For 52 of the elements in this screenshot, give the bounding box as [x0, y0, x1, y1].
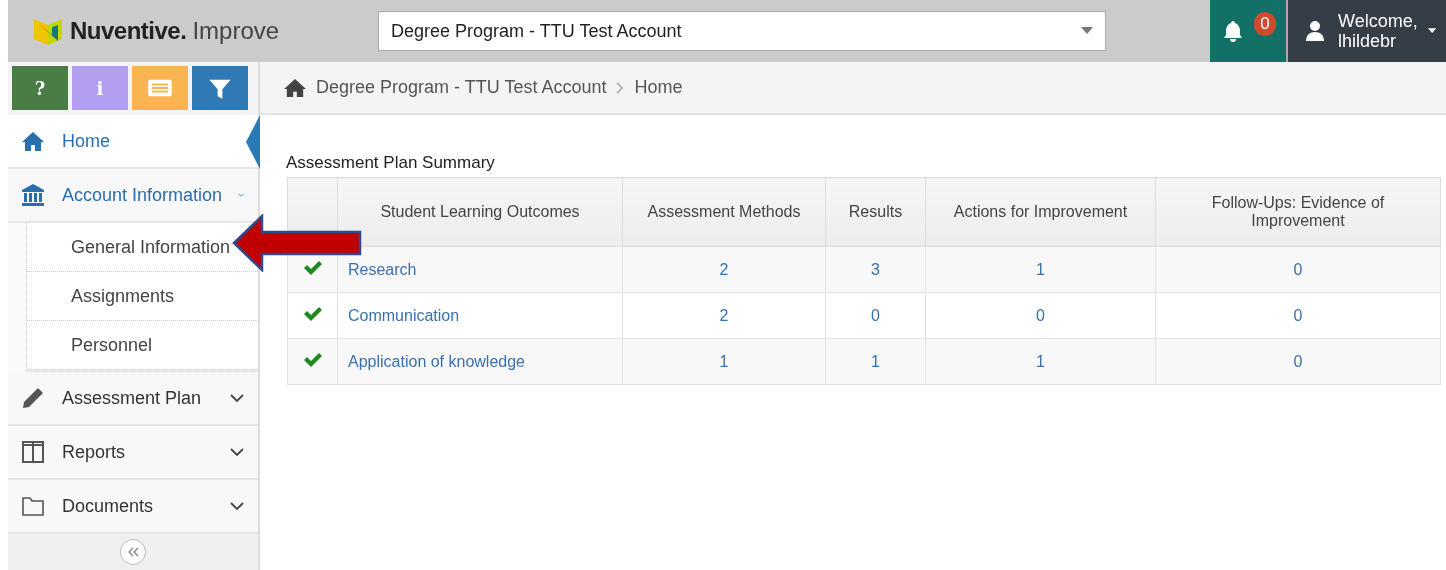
- column-header: Follow-Ups: Evidence of Improvement: [1155, 177, 1441, 247]
- home-icon: [20, 129, 46, 153]
- chevron-icon: [616, 81, 625, 94]
- home-icon: [284, 77, 306, 98]
- notification-button[interactable]: 0: [1210, 0, 1288, 62]
- brand-name: Nuventive.: [70, 17, 187, 45]
- help-button[interactable]: ?: [12, 66, 68, 110]
- sub-nav-item[interactable]: Assignments: [71, 285, 175, 307]
- count-link[interactable]: 2: [622, 292, 826, 339]
- column-header: Student Learning Outcomes: [337, 177, 623, 247]
- product-name: Improve: [192, 17, 280, 45]
- section-title: Assessment Plan Summary: [286, 153, 496, 173]
- sub-nav-item[interactable]: General Information: [71, 236, 231, 258]
- count-link[interactable]: 2: [622, 246, 826, 293]
- count-link[interactable]: 1: [622, 338, 826, 385]
- count-link[interactable]: 0: [1155, 292, 1441, 339]
- chevron-icon: [230, 393, 244, 403]
- count-link[interactable]: 1: [825, 338, 926, 385]
- count-link[interactable]: 1: [925, 338, 1156, 385]
- welcome-text: Welcome,: [1338, 11, 1418, 31]
- count-link[interactable]: 0: [1155, 338, 1441, 385]
- outcome-link[interactable]: Communication: [337, 292, 623, 339]
- outcome-link[interactable]: Research: [337, 246, 623, 293]
- columns-icon: [20, 440, 46, 464]
- count-link[interactable]: 0: [1155, 246, 1441, 293]
- username: lhildebr: [1338, 31, 1398, 51]
- count-link[interactable]: 0: [825, 292, 926, 339]
- bank-icon: [20, 183, 46, 207]
- collapse-sidebar-button[interactable]: [120, 539, 146, 565]
- pencil-icon: [20, 386, 46, 410]
- count-badge: 0: [1254, 12, 1276, 36]
- caret-icon: [1427, 27, 1436, 35]
- column-header: Results: [825, 177, 926, 247]
- double-chevron-icon: [126, 547, 140, 557]
- filter-button[interactable]: [192, 66, 248, 110]
- selection-pointer-icon: [246, 115, 260, 169]
- chevron-icon: [230, 447, 244, 457]
- caret-icon: [1081, 27, 1093, 35]
- user-menu[interactable]: Welcome, lhildebr: [1288, 0, 1446, 62]
- sub-nav-item[interactable]: Personnel: [71, 334, 153, 356]
- chevron-icon: [230, 501, 244, 511]
- column-header: Actions for Improvement: [925, 177, 1156, 247]
- breadcrumb-link[interactable]: Degree Program - TTU Test Account: [316, 77, 607, 98]
- breadcrumb-link[interactable]: Home: [634, 77, 683, 98]
- count-link[interactable]: 0: [925, 292, 1156, 339]
- folder-icon: [20, 494, 46, 518]
- count-link[interactable]: 1: [925, 246, 1156, 293]
- outcome-link[interactable]: Application of knowledge: [337, 338, 623, 385]
- count-link[interactable]: 3: [825, 246, 926, 293]
- column-header: Assessment Methods: [622, 177, 826, 247]
- account-select[interactable]: Degree Program - TTU Test Account: [378, 11, 1106, 51]
- nav-item[interactable]: Home: [8, 115, 258, 169]
